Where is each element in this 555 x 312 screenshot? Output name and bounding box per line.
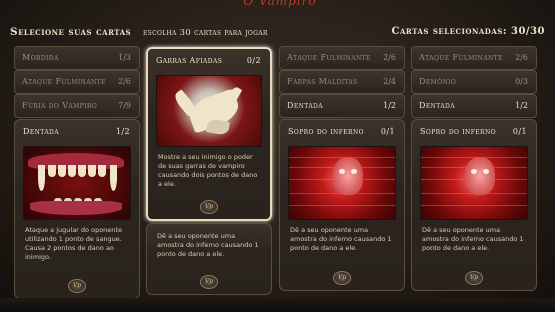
hell-skull-illustration bbox=[288, 146, 396, 220]
card-name: Dentada bbox=[287, 101, 323, 110]
card-seal-icon: Vp bbox=[200, 275, 218, 289]
card-slot-farpas-malditas[interactable]: Farpas Malditas 2/4 bbox=[279, 70, 405, 94]
hell-skull-illustration bbox=[420, 146, 528, 220]
card-description: Ataque a jugular do oponente utilizando … bbox=[25, 226, 122, 261]
card-count: 1/2 bbox=[383, 101, 396, 110]
card-name: Fúria do Vampiro bbox=[22, 101, 98, 110]
card-name: Dentada bbox=[23, 127, 59, 136]
claws-illustration bbox=[156, 75, 262, 147]
card-count: 1/2 bbox=[515, 101, 528, 110]
card-seal-icon: Vp bbox=[200, 200, 218, 214]
card-dentada[interactable]: Dentada 1/2 Ataque a jugular do oponente… bbox=[14, 119, 140, 299]
card-count: 0/2 bbox=[246, 56, 261, 65]
selected-column-1: Ataque Fulminante 2/6 Farpas Malditas 2/… bbox=[279, 46, 405, 291]
card-slot-ataque-fulminante[interactable]: Ataque Fulminante 2/6 bbox=[411, 46, 537, 70]
card-name: Sopro do inferno bbox=[288, 127, 364, 136]
card-count: 2/4 bbox=[383, 77, 396, 86]
card-count: 2/6 bbox=[118, 77, 131, 86]
available-column-2: Garras Afiadas 0/2 Mostre a seu inimigo … bbox=[146, 46, 272, 295]
card-name: Sopro do inferno bbox=[420, 127, 496, 136]
card-count: 0/1 bbox=[512, 127, 527, 136]
card-description: Dê a seu oponente uma amostra do inferno… bbox=[422, 226, 524, 252]
card-slot-mordida[interactable]: Mordida 1/3 bbox=[14, 46, 140, 70]
game-title: O Vampiro bbox=[243, 0, 317, 8]
card-seal-icon: Vp bbox=[333, 271, 351, 285]
card-name: Mordida bbox=[22, 53, 59, 62]
choose-hint: escolha 30 cartas para jogar bbox=[143, 28, 268, 38]
available-column-1: Mordida 1/3 Ataque Fulminante 2/6 Fúria … bbox=[14, 46, 140, 299]
bottom-frame bbox=[0, 298, 555, 312]
card-count: 0/3 bbox=[515, 77, 528, 86]
deck-header: Selecione suas cartas escolha 30 cartas … bbox=[0, 26, 555, 42]
card-name: Dentada bbox=[419, 101, 455, 110]
card-slot-dentada[interactable]: Dentada 1/2 bbox=[411, 94, 537, 118]
card-sopro-do-inferno-partial[interactable]: Dê a seu oponente uma amostra do inferno… bbox=[146, 223, 272, 295]
card-seal-icon: Vp bbox=[68, 279, 86, 293]
card-description: Dê a seu oponente uma amostra do inferno… bbox=[290, 226, 392, 252]
card-name: Ataque Fulminante bbox=[22, 77, 106, 86]
card-name: Ataque Fulminante bbox=[287, 53, 371, 62]
card-sopro-do-inferno[interactable]: Sopro do inferno 0/1 Dê a seu oponente u… bbox=[279, 119, 405, 291]
card-slot-dentada[interactable]: Dentada 1/2 bbox=[279, 94, 405, 118]
card-count: 2/6 bbox=[383, 53, 396, 62]
card-slot-ataque-fulminante[interactable]: Ataque Fulminante 2/6 bbox=[14, 70, 140, 94]
card-name: Ataque Fulminante bbox=[419, 53, 503, 62]
card-slot-furia-do-vampiro[interactable]: Fúria do Vampiro 7/9 bbox=[14, 94, 140, 118]
card-slot-ataque-fulminante[interactable]: Ataque Fulminante 2/6 bbox=[279, 46, 405, 70]
selected-column-2: Ataque Fulminante 2/6 Demônio 0/3 Dentad… bbox=[411, 46, 537, 291]
card-name: Demônio bbox=[419, 77, 457, 86]
card-count: 1/2 bbox=[115, 127, 130, 136]
card-name: Garras Afiadas bbox=[156, 56, 223, 65]
vampire-teeth-illustration bbox=[23, 146, 131, 220]
select-cards-title: Selecione suas cartas bbox=[10, 26, 132, 38]
card-slot-demonio[interactable]: Demônio 0/3 bbox=[411, 70, 537, 94]
card-count: 0/1 bbox=[380, 127, 395, 136]
card-count: 2/6 bbox=[515, 53, 528, 62]
card-garras-afiadas[interactable]: Garras Afiadas 0/2 Mostre a seu inimigo … bbox=[146, 47, 272, 221]
card-count: 1/3 bbox=[118, 53, 131, 62]
card-seal-icon: Vp bbox=[465, 271, 483, 285]
card-description: Dê a seu oponente uma amostra do inferno… bbox=[157, 232, 259, 258]
card-description: Mostre a seu inimigo o poder de suas gar… bbox=[158, 153, 258, 188]
selected-cards-counter: Cartas selecionadas: 30/30 bbox=[391, 26, 545, 37]
card-sopro-do-inferno[interactable]: Sopro do inferno 0/1 Dê a seu oponente u… bbox=[411, 119, 537, 291]
card-count: 7/9 bbox=[118, 101, 131, 110]
card-name: Farpas Malditas bbox=[287, 77, 358, 86]
